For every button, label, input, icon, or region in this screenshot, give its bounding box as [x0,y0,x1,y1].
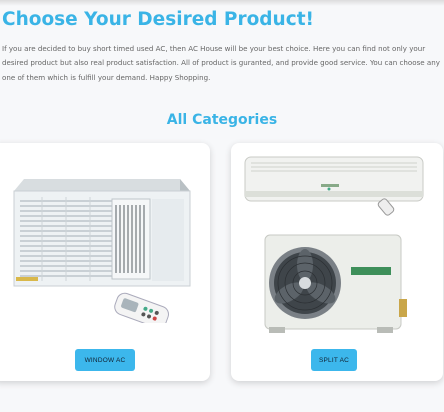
split-pipe-valves [399,299,407,317]
top-shadow [0,0,444,6]
page-title: Choose Your Desired Product! [2,9,314,30]
split-indoor-led [327,187,331,191]
split-indoor-display [321,184,339,187]
window-ac-brand-badge [16,277,38,281]
split-ac-button[interactable]: SPLIT AC [311,349,357,371]
split-indoor-vent [245,191,423,197]
window-ac-image [13,179,191,323]
category-card-window-ac[interactable]: WINDOW AC [0,143,210,381]
categories-title: All Categories [166,112,278,128]
split-fan-hub [299,277,311,289]
split-brand-badge [351,267,391,275]
split-ac-image [244,156,424,333]
window-ac-button[interactable]: WINDOW AC [75,349,135,371]
window-ac-right-panel [152,199,184,281]
window-ac-remote [114,292,169,323]
category-card-split-ac[interactable]: SPLIT AC [231,143,443,381]
window-ac-top [14,179,190,191]
intro-paragraph: If you are decided to buy short timed us… [2,44,440,82]
